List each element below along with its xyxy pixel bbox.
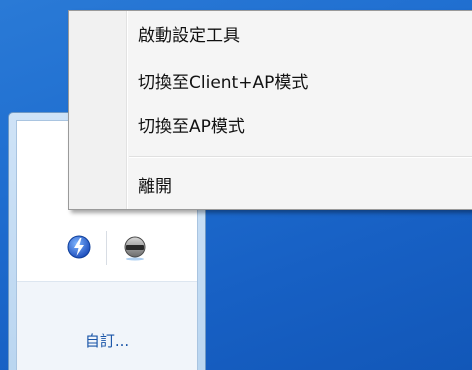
menu-icon-gutter xyxy=(69,11,128,209)
lightning-icon[interactable] xyxy=(65,233,93,261)
tray-separator xyxy=(106,231,107,265)
menu-item-exit[interactable]: 離開 xyxy=(138,174,472,200)
menu-item-switch-client-ap-mode[interactable]: 切換至Client+AP模式 xyxy=(138,70,472,96)
disk-drive-icon[interactable] xyxy=(121,233,149,261)
desktop-background: 自訂... 啟動設定工具 切換至Client+AP模式 切換至AP模式 離開 xyxy=(0,0,472,370)
menu-item-launch-settings-tool[interactable]: 啟動設定工具 xyxy=(138,23,472,49)
customize-link[interactable]: 自訂... xyxy=(17,330,197,351)
menu-item-switch-ap-mode[interactable]: 切換至AP模式 xyxy=(138,114,472,140)
tray-footer: 自訂... xyxy=(17,281,197,370)
menu-separator xyxy=(129,156,472,158)
context-menu: 啟動設定工具 切換至Client+AP模式 切換至AP模式 離開 xyxy=(68,10,472,210)
